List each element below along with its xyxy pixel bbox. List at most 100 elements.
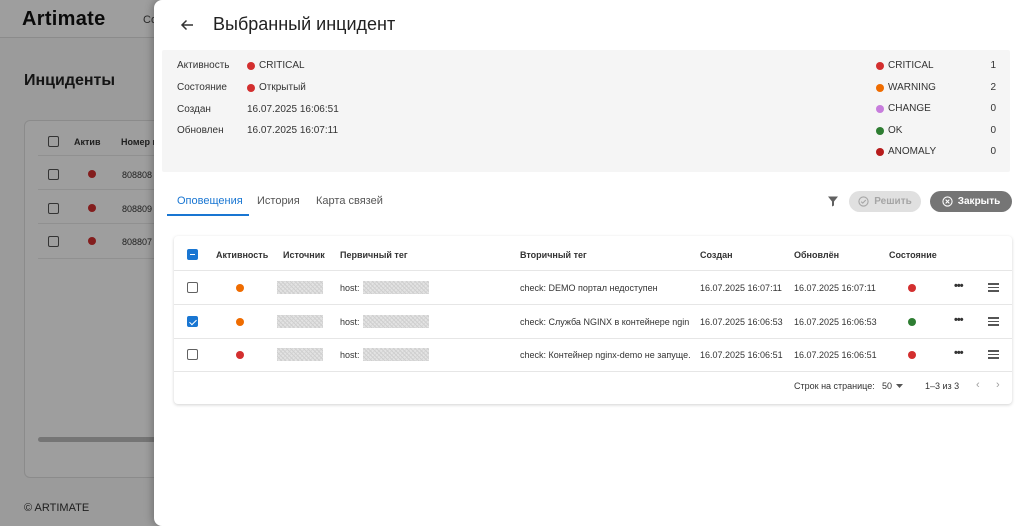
next-page-icon[interactable]: › (996, 379, 1000, 391)
created-cell: 16.07.2025 16:07:11 (700, 283, 782, 293)
severity-name: ANOMALY (888, 146, 937, 157)
severity-name: CRITICAL (888, 60, 934, 71)
updated-label: Обновлен (177, 125, 224, 136)
state-dot (908, 318, 916, 326)
severity-ok: OK 0 (876, 125, 996, 136)
created-label: Создан (177, 104, 211, 115)
row-divider (174, 304, 1012, 305)
tab-history[interactable]: История (257, 195, 300, 207)
column-header-updated[interactable]: Обновлён (794, 250, 839, 260)
severity-name: OK (888, 125, 903, 136)
severity-count: 1 (990, 60, 996, 71)
rows-per-page-select[interactable]: 50 (882, 381, 904, 391)
arrow-left-icon (180, 19, 193, 31)
severity-critical: CRITICAL 1 (876, 60, 996, 71)
severity-name: WARNING (888, 82, 936, 93)
rows-per-page-value: 50 (882, 381, 893, 391)
incident-drawer: Выбранный инцидент Активность CRITICAL С… (154, 0, 1024, 526)
row-divider (174, 338, 1012, 339)
anomaly-dot (876, 147, 884, 156)
close-label: Закрыть (957, 196, 1001, 207)
filter-button[interactable] (827, 194, 841, 208)
resolve-button[interactable]: Решить (849, 191, 921, 212)
more-actions-icon[interactable]: ••• (954, 314, 964, 326)
severity-warning: WARNING 2 (876, 82, 996, 93)
filter-icon (828, 196, 838, 207)
menu-icon[interactable] (988, 317, 999, 326)
severity-count: 0 (990, 125, 996, 136)
close-circle-icon (942, 196, 953, 207)
redacted-source (277, 348, 323, 361)
row-divider (174, 371, 1012, 372)
severity-anomaly: ANOMALY 0 (876, 146, 996, 157)
state-text: Открытый (259, 82, 306, 93)
state-value: Открытый (247, 82, 306, 93)
severity-name: CHANGE (888, 103, 931, 114)
state-dot (908, 351, 916, 359)
redacted-source (277, 281, 323, 294)
tab-relations-map[interactable]: Карта связей (316, 195, 383, 207)
select-all-checkbox[interactable] (187, 249, 198, 260)
close-incident-button[interactable]: Закрыть (930, 191, 1012, 212)
active-tab-indicator (167, 214, 249, 216)
created-value: 16.07.2025 16:06:51 (247, 104, 339, 115)
activity-label: Активность (177, 60, 230, 71)
column-header-created[interactable]: Создан (700, 250, 733, 260)
rows-per-page-label: Строк на странице: (794, 381, 875, 391)
activity-dot (236, 351, 244, 359)
redacted-host (363, 281, 429, 294)
critical-dot (247, 61, 255, 70)
primary-tag-prefix: host: (340, 283, 360, 293)
row-checkbox[interactable] (187, 349, 198, 360)
redacted-host (363, 315, 429, 328)
secondary-tag: check: DEMO портал недоступен (520, 283, 658, 293)
updated-cell: 16.07.2025 16:06:53 (794, 317, 877, 327)
critical-dot (876, 61, 884, 70)
check-circle-icon (858, 196, 869, 207)
severity-change: CHANGE 0 (876, 103, 996, 114)
created-cell: 16.07.2025 16:06:51 (700, 350, 783, 360)
menu-icon[interactable] (988, 350, 999, 359)
more-actions-icon[interactable]: ••• (954, 280, 964, 292)
state-label: Состояние (177, 82, 227, 93)
resolve-label: Решить (874, 196, 912, 207)
tab-alerts[interactable]: Оповещения (177, 195, 243, 207)
state-dot (908, 284, 916, 292)
column-header-primary-tag[interactable]: Первичный тег (340, 250, 408, 260)
row-checkbox[interactable] (187, 282, 198, 293)
activity-dot (236, 318, 244, 326)
severity-count: 2 (990, 82, 996, 93)
severity-count: 0 (990, 103, 996, 114)
column-header-state[interactable]: Состояние (889, 250, 937, 260)
primary-tag-prefix: host: (340, 350, 360, 360)
updated-value: 16.07.2025 16:07:11 (247, 125, 339, 136)
incident-summary: Активность CRITICAL Состояние Открытый С… (162, 50, 1010, 172)
drawer-title: Выбранный инцидент (213, 14, 396, 34)
primary-tag-prefix: host: (340, 317, 360, 327)
updated-cell: 16.07.2025 16:07:11 (794, 283, 876, 293)
column-header-secondary-tag[interactable]: Вторичный тег (520, 250, 587, 260)
activity-text: CRITICAL (259, 60, 305, 71)
secondary-tag: check: Служба NGINX в контейнере ngin... (520, 317, 690, 327)
activity-dot (236, 284, 244, 292)
severity-count: 0 (990, 146, 996, 157)
drawer-header: Выбранный инцидент (154, 0, 1024, 50)
page-range: 1–3 из 3 (925, 381, 960, 391)
secondary-tag: check: Контейнер nginx-demo не запуще... (520, 350, 690, 360)
updated-cell: 16.07.2025 16:06:51 (794, 350, 877, 360)
back-button[interactable] (174, 12, 200, 38)
row-divider (174, 270, 1012, 271)
more-actions-icon[interactable]: ••• (954, 347, 964, 359)
caret-down-icon (896, 383, 904, 388)
column-header-activity[interactable]: Активность (216, 250, 268, 260)
ok-dot (876, 126, 884, 135)
created-cell: 16.07.2025 16:06:53 (700, 317, 783, 327)
column-header-source[interactable]: Источник (283, 250, 325, 260)
redacted-host (363, 348, 429, 361)
menu-icon[interactable] (988, 283, 999, 292)
redacted-source (277, 315, 323, 328)
prev-page-icon[interactable]: ‹ (976, 379, 980, 391)
warning-dot (876, 83, 884, 92)
row-checkbox[interactable] (187, 316, 198, 327)
state-dot (247, 83, 255, 92)
